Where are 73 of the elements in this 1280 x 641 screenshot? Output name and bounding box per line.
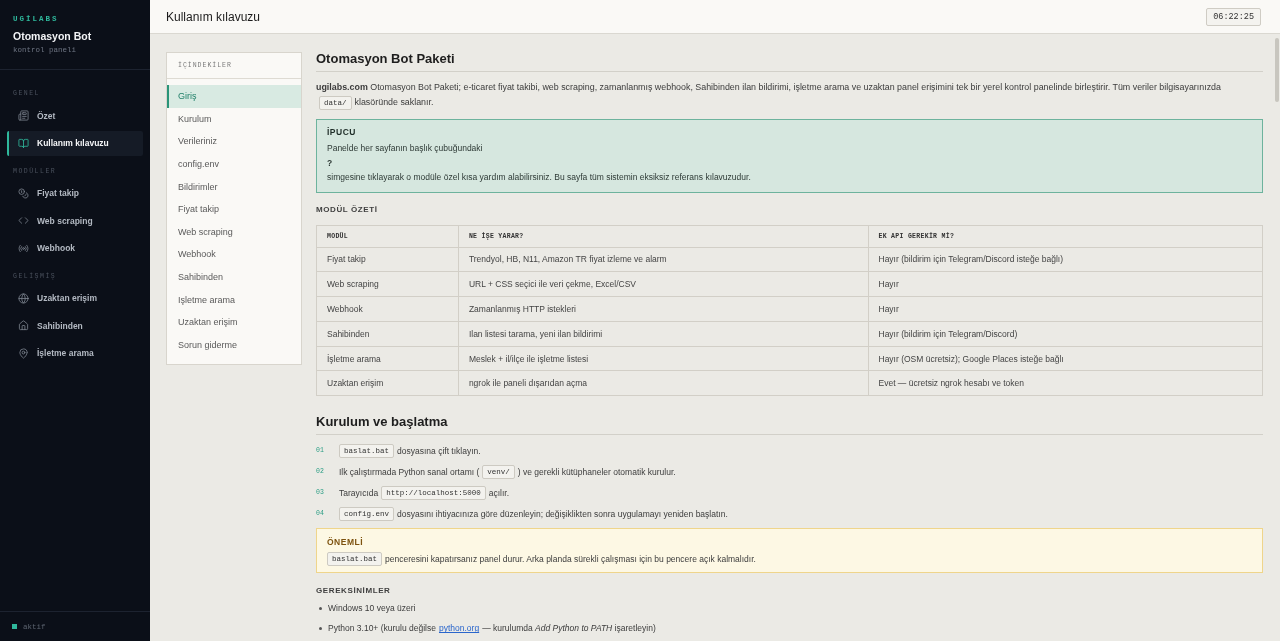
warning-title: ÖNEMLİ (327, 536, 365, 550)
table-cell: Sahibinden (316, 321, 459, 347)
step-text: Ilk çalıştırmada Python sanal ortamı ( (339, 465, 480, 479)
warning-text: penceresini kapatırsanız panel durur. Arka planda sürekli çalışması için bu pencere açık kalmalıdır. (385, 553, 756, 567)
nav-item[interactable]: Web scraping (7, 208, 143, 233)
tip-text: Panelde her sayfanın başlık çubuğundaki ? simgesine tıklayarak o modüle özel kısa yardım alabilirsiniz. Bu sayfa tüm sistemin eksiksiz referans kılavuzudur. (327, 142, 752, 184)
status-indicator-icon (12, 624, 17, 629)
globe-icon (18, 292, 29, 304)
nav-item[interactable]: Uzaktan erişim (7, 285, 143, 311)
coins-icon (18, 187, 29, 199)
contents-link[interactable]: Işletme arama (167, 288, 301, 311)
bullet-icon (319, 626, 322, 630)
requirement-text: Python 3.10+ (kurulu değilse (328, 622, 436, 636)
contents-link[interactable]: Web scraping (167, 220, 301, 244)
contents-link[interactable]: Bildirimler (167, 175, 301, 198)
book-icon (18, 137, 29, 149)
app-title: Otomasyon Bot (13, 29, 92, 43)
section-heading: Otomasyon Bot Paketi (316, 52, 1263, 72)
intro-text: ugilabs.com Otomasyon Bot Paketi; e-ticaret fiyat takibi, web scraping, zamanlanmış webhook, Sahibinden ilan bildirimi, işletme arama ve uzaktan panel erişimini tek bir yerel kontrol panelinde birleştirir. Tüm veriler bilgisayarınızda (316, 82, 1221, 92)
code-icon (18, 215, 29, 226)
table-cell: Hayır (bildirim için Telegram/Discord) (868, 321, 1263, 347)
newspaper-icon (18, 110, 29, 121)
table-cell: Ilan listesi tarama, yeni ilan bildirimi (458, 321, 868, 347)
contents-link[interactable]: Webhook (167, 243, 301, 266)
requirement-text: — kurulumda Add Python to PATH işaretleyin) (482, 622, 656, 636)
table-cell: İşletme arama (316, 346, 459, 371)
table-cell: Hayır (OSM ücretsiz); Google Places isteğe bağlı (868, 346, 1263, 371)
contents-link[interactable]: config.env (167, 152, 301, 176)
home-icon (18, 320, 29, 331)
table-cell: Zamanlanmış HTTP istekleri (458, 296, 868, 322)
section-heading: Kurulum ve başlatma (316, 415, 1263, 436)
contents-link[interactable]: Sahibinden (167, 265, 301, 289)
nav-item[interactable]: Fiyat takip (7, 180, 143, 206)
step-text: dosyasına çift tıklayın. (397, 444, 481, 458)
nav-item[interactable]: Sahibinden (7, 313, 143, 338)
step-text: açılır. (488, 486, 510, 500)
nav-item[interactable]: İşletme arama (7, 340, 143, 366)
nav-item[interactable]: Webhook (7, 235, 143, 261)
requirement-text: Windows 10 veya üzeri (328, 602, 416, 616)
table-cell: Hayır (bildirim için Telegram/Discord isteğe bağlı) (868, 247, 1263, 272)
table-cell: Hayır (868, 296, 1263, 322)
table-cell: Webhook (316, 296, 459, 322)
broadcast-icon (18, 242, 29, 254)
tip-title: İPUCU (327, 126, 357, 139)
table-cell: Hayır (868, 271, 1263, 297)
step-text: dosyasını ihtiyacınıza göre düzenleyin; değişiklikten sonra uygulamayı yeniden başlatın. (397, 507, 728, 521)
contents-link[interactable]: Verileriniz (167, 130, 301, 153)
table-cell: Fiyat takip (316, 247, 459, 272)
subsection-label: MODÜL ÖZETİ (316, 203, 379, 216)
table-cell: URL + CSS seçici ile veri çekme, Excel/CSV (458, 271, 868, 297)
table-cell: Uzaktan erişim (316, 371, 459, 396)
contents-link[interactable]: Giriş (167, 85, 301, 108)
subsection-label: GEREKSİNİMLER (316, 585, 392, 598)
table-cell: Evet — ücretsiz ngrok hesabı ve token (868, 371, 1263, 396)
table-cell: Meslek + il/ilçe ile işletme listesi (458, 346, 868, 371)
contents-link[interactable]: Sorun giderme (167, 333, 301, 357)
map-pin-icon (18, 347, 29, 359)
nav-item[interactable]: Özet (7, 103, 143, 128)
bullet-icon (319, 606, 322, 610)
step-text: ) ve gerekli kütüphaneler otomatik kurulur. (517, 465, 676, 479)
table-cell: Trendyol, HB, N11, Amazon TR fiyat izleme ve alarm (458, 247, 868, 272)
intro-text: klasöründe saklanır. (354, 97, 434, 107)
clock-time: 06:22:25 (1206, 7, 1261, 26)
text-link[interactable]: python.org (439, 621, 480, 636)
contents-link[interactable]: Uzaktan erişim (167, 310, 301, 334)
nav-item[interactable]: Kullanım kılavuzu (7, 130, 143, 156)
scrollbar-thumb[interactable] (1275, 38, 1279, 102)
contents-link[interactable]: Kurulum (167, 107, 301, 131)
contents-link[interactable]: Fiyat takip (167, 197, 301, 221)
step-text: Tarayıcıda (339, 486, 379, 500)
page-title: Kullanım kılavuzu (166, 9, 261, 24)
table-cell: Web scraping (316, 271, 459, 297)
table-cell: ngrok ile paneli dışarıdan açma (458, 371, 868, 396)
